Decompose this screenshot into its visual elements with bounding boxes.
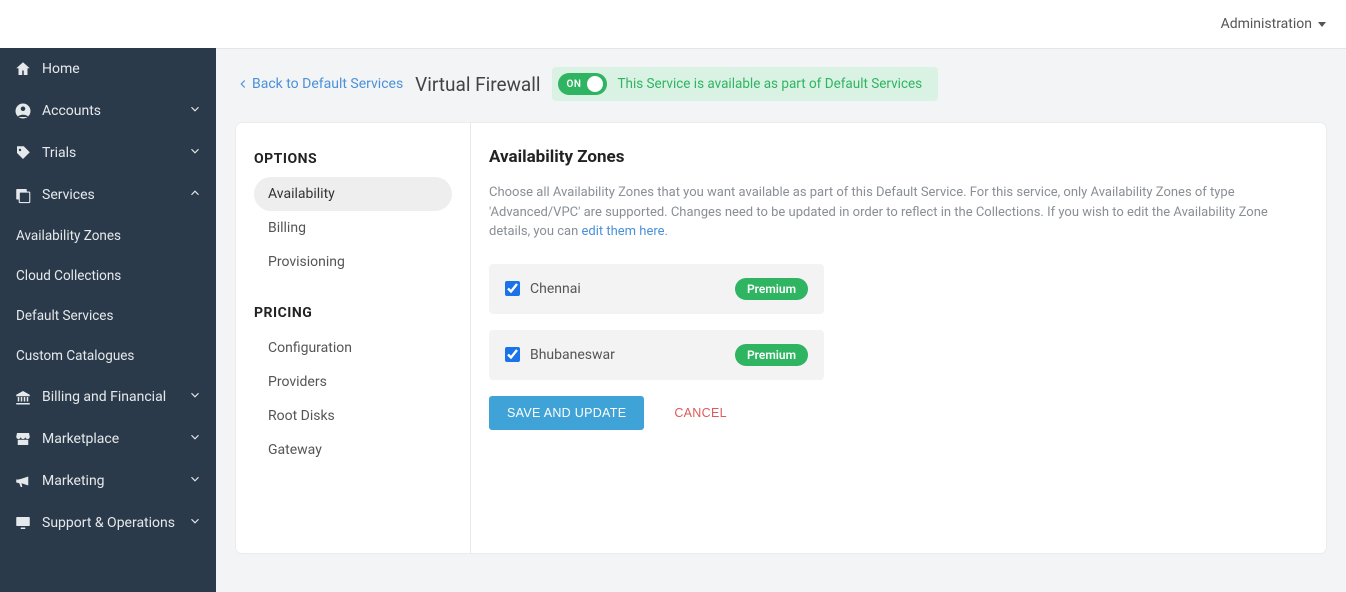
content-area: Back to Default Services Virtual Firewal… (216, 48, 1346, 592)
pricing-heading: PRICING (254, 305, 452, 321)
sidebar-item-billing-financial[interactable]: Billing and Financial (0, 376, 216, 418)
sidebar-sub-cloud-collections[interactable]: Cloud Collections (0, 256, 216, 296)
user-circle-icon (14, 102, 32, 120)
administration-menu[interactable]: Administration (1221, 16, 1326, 32)
option-availability[interactable]: Availability (254, 177, 452, 211)
chevron-down-icon (188, 144, 202, 162)
sidebar-label-trials: Trials (42, 145, 76, 161)
sidebar-label-marketplace: Marketplace (42, 431, 119, 447)
service-status-pill: ON This Service is available as part of … (552, 67, 938, 101)
sidebar-sub-availability-zones[interactable]: Availability Zones (0, 216, 216, 256)
sidebar-label-services: Services (42, 187, 95, 203)
monitor-icon (14, 514, 32, 532)
section-title: Availability Zones (489, 147, 1306, 167)
zone-row: Bhubaneswar Premium (489, 330, 824, 380)
home-icon (14, 60, 32, 78)
back-link-label: Back to Default Services (252, 76, 403, 92)
sidebar-item-marketplace[interactable]: Marketplace (0, 418, 216, 460)
zone-name: Bhubaneswar (530, 347, 615, 363)
sidebar-label-marketing: Marketing (42, 473, 105, 489)
help-text: Choose all Availability Zones that you w… (489, 183, 1306, 242)
zone-checkbox-chennai[interactable] (505, 281, 520, 296)
zone-badge: Premium (735, 344, 808, 366)
store-icon (14, 430, 32, 448)
sidebar-item-marketing[interactable]: Marketing (0, 460, 216, 502)
sidebar-label-billing: Billing and Financial (42, 389, 166, 405)
chevron-up-icon (188, 186, 202, 204)
sidebar-item-services[interactable]: Services (0, 174, 216, 216)
sidebar: Home Accounts Trials Services (0, 48, 216, 592)
zone-name: Chennai (530, 281, 581, 297)
option-root-disks[interactable]: Root Disks (254, 399, 452, 433)
chevron-down-icon (188, 102, 202, 120)
toggle-knob-icon (587, 76, 603, 92)
sidebar-label-home: Home (42, 61, 80, 77)
zone-checkbox-bhubaneswar[interactable] (505, 347, 520, 362)
options-panel: OPTIONS Availability Billing Provisionin… (236, 123, 471, 553)
sidebar-item-home[interactable]: Home (0, 48, 216, 90)
option-providers[interactable]: Providers (254, 365, 452, 399)
sidebar-label-support: Support & Operations (42, 515, 175, 531)
chevron-down-icon (188, 388, 202, 406)
chevron-down-icon (188, 430, 202, 448)
sidebar-sub-default-services[interactable]: Default Services (0, 296, 216, 336)
back-to-default-services-link[interactable]: Back to Default Services (236, 76, 403, 92)
sidebar-sub-custom-catalogues[interactable]: Custom Catalogues (0, 336, 216, 376)
administration-label: Administration (1221, 16, 1312, 32)
edit-availability-zone-link[interactable]: edit them here (582, 224, 665, 239)
options-heading: OPTIONS (254, 151, 452, 167)
option-provisioning[interactable]: Provisioning (254, 245, 452, 279)
service-enabled-toggle[interactable]: ON (558, 73, 607, 95)
zone-row: Chennai Premium (489, 264, 824, 314)
bank-icon (14, 388, 32, 406)
megaphone-icon (14, 472, 32, 490)
option-gateway[interactable]: Gateway (254, 433, 452, 467)
tag-icon (14, 144, 32, 162)
layers-icon (14, 186, 32, 204)
zone-badge: Premium (735, 278, 808, 300)
cancel-button[interactable]: CANCEL (674, 406, 727, 420)
option-billing[interactable]: Billing (254, 211, 452, 245)
sidebar-item-support-operations[interactable]: Support & Operations (0, 502, 216, 544)
toggle-on-label: ON (566, 79, 581, 90)
status-text: This Service is available as part of Def… (617, 76, 922, 92)
main-panel: Availability Zones Choose all Availabili… (471, 123, 1326, 553)
save-and-update-button[interactable]: SAVE AND UPDATE (489, 396, 644, 430)
sidebar-item-trials[interactable]: Trials (0, 132, 216, 174)
option-configuration[interactable]: Configuration (254, 331, 452, 365)
page-title: Virtual Firewall (415, 73, 540, 96)
caret-down-icon (1318, 22, 1326, 27)
chevron-down-icon (188, 514, 202, 532)
chevron-down-icon (188, 472, 202, 490)
sidebar-label-accounts: Accounts (42, 103, 101, 119)
sidebar-item-accounts[interactable]: Accounts (0, 90, 216, 132)
